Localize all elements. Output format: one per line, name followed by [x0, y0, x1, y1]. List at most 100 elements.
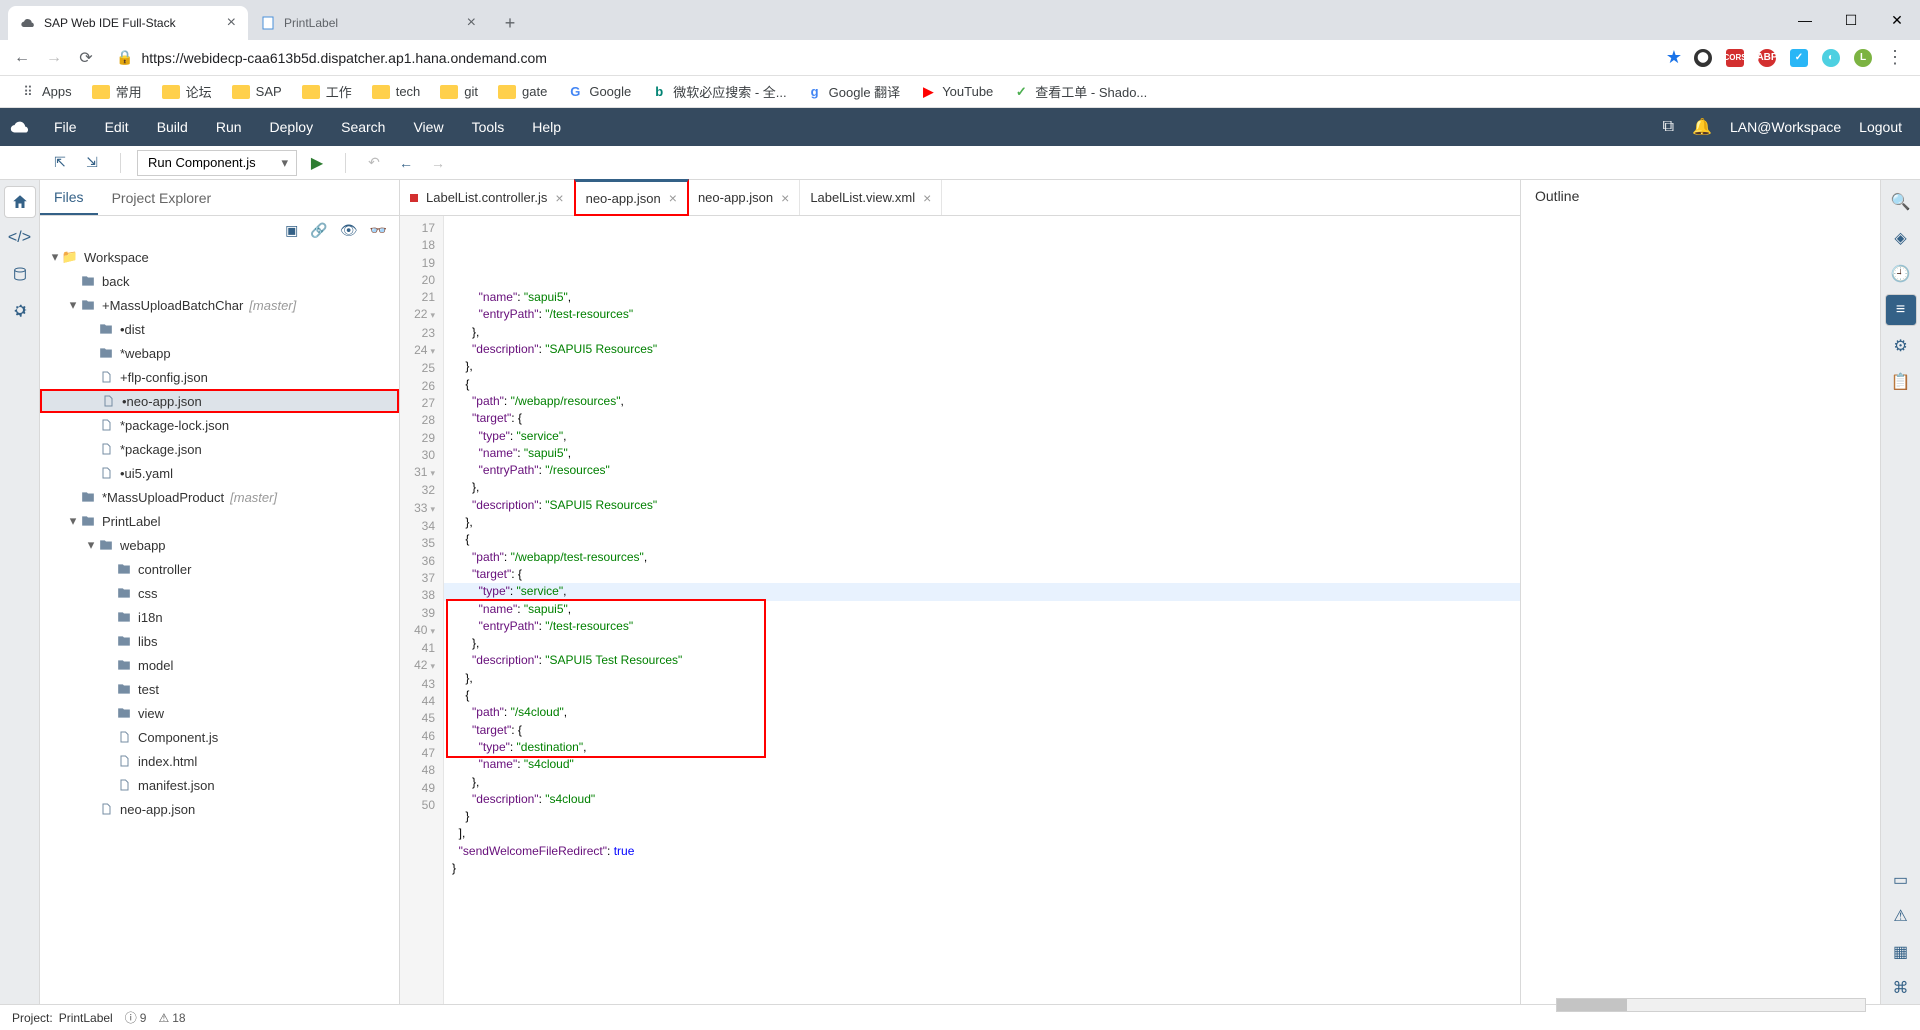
home-icon[interactable]	[4, 186, 36, 218]
tree-item[interactable]: ▾PrintLabel	[40, 509, 399, 533]
search-icon[interactable]: 🔍	[1885, 186, 1917, 218]
tree-item[interactable]: *webapp	[40, 341, 399, 365]
new-tab-button[interactable]: +	[496, 9, 524, 37]
ext-icon[interactable]: ABP	[1758, 49, 1776, 67]
menu-deploy[interactable]: Deploy	[256, 119, 328, 135]
editor-tab[interactable]: LabelList.controller.js×	[400, 180, 575, 215]
bookmark-folder[interactable]: git	[432, 80, 486, 103]
menu-edit[interactable]: Edit	[91, 119, 143, 135]
bookmark-folder[interactable]: 工作	[294, 78, 360, 105]
tree-item[interactable]: ▾webapp	[40, 533, 399, 557]
tree-item[interactable]: •ui5.yaml	[40, 461, 399, 485]
bookmark-folder[interactable]: 论坛	[154, 78, 220, 105]
outline-scrollbar[interactable]	[1556, 998, 1866, 1012]
menu-icon[interactable]: ⋮	[1886, 47, 1904, 68]
logout-link[interactable]: Logout	[1859, 119, 1902, 135]
ext-icon[interactable]: ⬤	[1694, 49, 1712, 67]
tools-icon[interactable]: ⚙	[1885, 330, 1917, 362]
tree-item[interactable]: ▾+MassUploadBatchChar[master]	[40, 293, 399, 317]
star-icon[interactable]: ★	[1666, 47, 1682, 68]
notification-icon[interactable]: 🔔	[1692, 117, 1712, 137]
import-icon[interactable]: ⇲	[80, 151, 104, 175]
tree-item[interactable]: controller	[40, 557, 399, 581]
editor-tab[interactable]: neo-app.json×	[688, 180, 800, 215]
forward-button[interactable]: →	[40, 44, 68, 72]
menu-run[interactable]: Run	[202, 119, 256, 135]
menu-build[interactable]: Build	[143, 119, 202, 135]
reload-button[interactable]: ⟳	[72, 44, 100, 72]
warning-count[interactable]: ⚠18	[158, 1011, 185, 1025]
project-explorer-tab[interactable]: Project Explorer	[98, 180, 226, 215]
nav-back-icon[interactable]: ←	[394, 151, 418, 175]
minimize-button[interactable]: —	[1782, 0, 1828, 40]
tree-item[interactable]: libs	[40, 629, 399, 653]
ext-icon[interactable]: CORS	[1726, 49, 1744, 67]
feedback-icon[interactable]: ⧉	[1663, 118, 1674, 136]
terminal-icon[interactable]: ⌘	[1885, 972, 1917, 1004]
menu-tools[interactable]: Tools	[458, 119, 519, 135]
code-icon[interactable]: </>	[4, 222, 36, 254]
glasses-icon[interactable]: 👓	[370, 222, 387, 239]
editor-tab[interactable]: neo-app.json×	[574, 179, 689, 216]
ide-logo-icon[interactable]	[0, 116, 40, 138]
history-icon[interactable]: 🕘	[1885, 258, 1917, 290]
console-icon[interactable]: ▭	[1885, 864, 1917, 896]
tree-item[interactable]: view	[40, 701, 399, 725]
tree-item[interactable]: index.html	[40, 749, 399, 773]
tree-item[interactable]: *MassUploadProduct[master]	[40, 485, 399, 509]
export-icon[interactable]: ⇱	[48, 151, 72, 175]
bookmark-folder[interactable]: 常用	[84, 78, 150, 105]
tree-item[interactable]: Component.js	[40, 725, 399, 749]
maximize-button[interactable]: ☐	[1828, 0, 1874, 40]
menu-view[interactable]: View	[399, 119, 457, 135]
tree-item[interactable]: model	[40, 653, 399, 677]
files-tab[interactable]: Files	[40, 180, 98, 215]
tree-item[interactable]: neo-app.json	[40, 797, 399, 821]
apps-button[interactable]: ⠿Apps	[12, 80, 80, 104]
tree-item[interactable]: css	[40, 581, 399, 605]
menu-file[interactable]: File	[40, 119, 91, 135]
tree-item[interactable]: *package-lock.json	[40, 413, 399, 437]
tree-item[interactable]: •dist	[40, 317, 399, 341]
menu-search[interactable]: Search	[327, 119, 399, 135]
outline-icon[interactable]: ≡	[1885, 294, 1917, 326]
tree-item[interactable]: •neo-app.json	[40, 389, 399, 413]
tree-item[interactable]: manifest.json	[40, 773, 399, 797]
bookmark-link[interactable]: gGoogle 翻译	[799, 78, 909, 105]
nav-fwd-icon[interactable]: →	[426, 151, 450, 175]
code-editor[interactable]: "name": "sapui5", "entryPath": "/test-re…	[444, 216, 1520, 1004]
test-icon[interactable]: ▦	[1885, 936, 1917, 968]
menu-help[interactable]: Help	[518, 119, 575, 135]
task-icon[interactable]: 📋	[1885, 366, 1917, 398]
close-icon[interactable]: ×	[555, 190, 563, 206]
settings-icon[interactable]	[4, 294, 36, 326]
save-icon[interactable]: ▣	[285, 222, 298, 239]
run-config-select[interactable]: Run Component.js	[137, 150, 297, 176]
bookmark-link[interactable]: ✓查看工单 - Shado...	[1005, 78, 1155, 105]
db-icon[interactable]	[4, 258, 36, 290]
close-icon[interactable]: ×	[923, 190, 931, 206]
bookmark-folder[interactable]: tech	[364, 80, 429, 103]
close-button[interactable]: ✕	[1874, 0, 1920, 40]
bookmark-folder[interactable]: gate	[490, 80, 555, 103]
run-button[interactable]: ▶	[305, 153, 329, 173]
tree-item[interactable]: i18n	[40, 605, 399, 629]
avatar-icon[interactable]: L	[1854, 49, 1872, 67]
error-count[interactable]: ⓘ9	[125, 1009, 147, 1026]
git-icon[interactable]: ◈	[1885, 222, 1917, 254]
problems-icon[interactable]: ⚠	[1885, 900, 1917, 932]
bookmark-link[interactable]: b微软必应搜索 - 全...	[643, 78, 794, 105]
bookmark-folder[interactable]: SAP	[224, 80, 290, 103]
bookmark-link[interactable]: GGoogle	[559, 80, 639, 104]
eye-icon[interactable]: 👁	[340, 222, 358, 239]
back-button[interactable]: ←	[8, 44, 36, 72]
url-input[interactable]: 🔒 https://webidecp-caa613b5d.dispatcher.…	[104, 49, 1662, 66]
tree-item[interactable]: +flp-config.json	[40, 365, 399, 389]
browser-tab-ide[interactable]: SAP Web IDE Full-Stack ×	[8, 6, 248, 40]
close-icon[interactable]: ×	[227, 14, 236, 32]
bookmark-link[interactable]: ▶YouTube	[912, 80, 1001, 104]
browser-tab-printlabel[interactable]: PrintLabel ×	[248, 6, 488, 40]
ext-icon[interactable]: ✓	[1790, 49, 1808, 67]
tree-item[interactable]: *package.json	[40, 437, 399, 461]
ext-icon[interactable]: ◐	[1822, 49, 1840, 67]
